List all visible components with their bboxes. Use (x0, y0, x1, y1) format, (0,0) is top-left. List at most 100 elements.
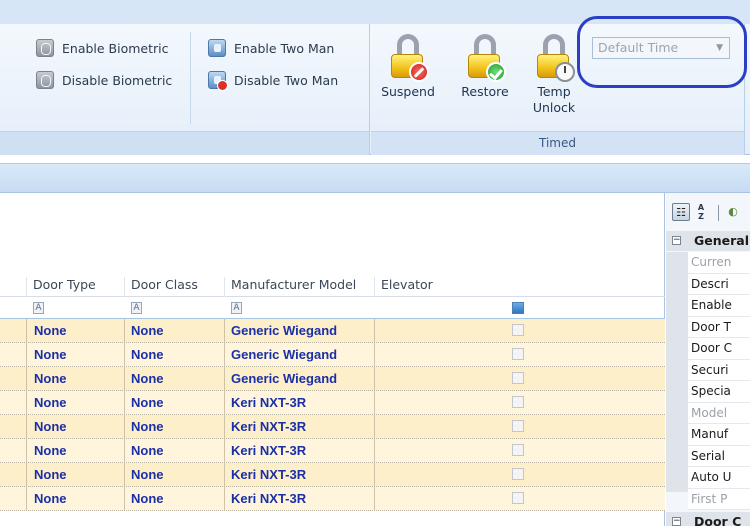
ribbon: Enable Biometric Disable Biometric Enabl… (0, 24, 750, 155)
cell-divider (124, 487, 125, 511)
cell-divider (374, 463, 375, 487)
two-man-icon (208, 39, 226, 57)
column-header-door-class[interactable]: Door Class (124, 277, 224, 297)
cell-divider (26, 415, 27, 439)
disable-two-man-label: Disable Two Man (234, 72, 339, 88)
cell-door-class: None (131, 347, 164, 362)
property-item[interactable]: Door T (688, 316, 750, 338)
property-item[interactable]: Securi (688, 359, 750, 381)
elevator-checkbox[interactable] (512, 444, 524, 456)
cell-door-type: None (34, 419, 67, 434)
filter-door-class-icon[interactable]: A (131, 302, 142, 314)
cell-door-class: None (131, 443, 164, 458)
cell-door-type: None (34, 347, 67, 362)
cell-door-type: None (34, 491, 67, 506)
filter-door-type-icon[interactable]: A (33, 302, 44, 314)
categorized-icon[interactable]: ☷ (672, 203, 690, 221)
lock-clock-icon (535, 34, 575, 82)
elevator-checkbox[interactable] (512, 324, 524, 336)
elevator-checkbox[interactable] (512, 396, 524, 408)
category-general-label: General (694, 233, 749, 248)
cell-divider (124, 391, 125, 415)
cell-divider (374, 415, 375, 439)
property-item[interactable]: Descri (688, 273, 750, 295)
temp-unlock-label: Temp Unlock (532, 84, 576, 115)
cell-door-type: None (34, 395, 67, 410)
restore-label: Restore (461, 84, 509, 99)
filter-row: A A A (0, 297, 665, 319)
cell-model: Keri NXT-3R (231, 467, 307, 482)
cell-divider (26, 439, 27, 463)
cell-divider (374, 343, 375, 367)
cell-divider (224, 463, 225, 487)
group-footer (0, 131, 369, 155)
property-panel: ☷ A Z ◐ − General Curren Descri Enable Door… (666, 193, 750, 526)
lock-suspend-icon (389, 34, 429, 82)
property-item[interactable]: Specia (688, 381, 750, 403)
category-door-label: Door C (694, 514, 742, 526)
table-row[interactable]: None None Keri NXT-3R (0, 487, 665, 511)
collapse-icon[interactable]: − (672, 517, 681, 526)
suspend-button[interactable]: Suspend (380, 34, 436, 100)
table-row[interactable]: None None Keri NXT-3R (0, 391, 665, 415)
elevator-checkbox[interactable] (512, 348, 524, 360)
table-row[interactable]: None None Keri NXT-3R (0, 415, 665, 439)
property-item[interactable]: First P (688, 488, 750, 510)
property-item[interactable]: Curren (688, 252, 750, 274)
two-man-disable-icon (208, 71, 228, 91)
table-row[interactable]: None None Keri NXT-3R (0, 463, 665, 487)
cell-divider (26, 391, 27, 415)
property-pages-icon[interactable]: ◐ (724, 203, 742, 221)
enable-biometric-button[interactable]: Enable Biometric (36, 38, 169, 58)
property-item[interactable]: Enable (688, 295, 750, 317)
property-item[interactable]: Model (688, 402, 750, 424)
temp-unlock-button[interactable]: Temp Unlock (526, 34, 582, 116)
biometric-icon (36, 39, 54, 57)
cell-divider (124, 367, 125, 391)
cell-divider (374, 319, 375, 343)
column-header-partial[interactable] (0, 277, 26, 297)
property-item[interactable]: Serial (688, 445, 750, 467)
property-item[interactable]: Door C (688, 338, 750, 360)
cell-divider (224, 391, 225, 415)
property-list: Curren Descri Enable Door T Door C Securi Spec… (666, 252, 750, 510)
cell-door-type: None (34, 371, 67, 386)
cell-model: Keri NXT-3R (231, 395, 307, 410)
cell-divider (124, 463, 125, 487)
filter-elevator-checkbox[interactable] (512, 302, 524, 314)
column-header-manufacturer-model[interactable]: Manufacturer Model (224, 277, 374, 297)
ribbon-group-timed: Suspend Restore Temp Unlock Default Time… (371, 24, 745, 155)
restore-button[interactable]: Restore (457, 34, 513, 100)
group-divider (190, 32, 191, 124)
collapse-icon[interactable]: − (672, 236, 681, 245)
table-row[interactable]: None None Keri NXT-3R (0, 439, 665, 463)
cell-model: Generic Wiegand (231, 347, 338, 362)
property-item[interactable]: Manuf (688, 424, 750, 446)
cell-divider (224, 367, 225, 391)
filter-model-icon[interactable]: A (231, 302, 242, 314)
cell-model: Keri NXT-3R (231, 419, 307, 434)
column-header-elevator[interactable]: Elevator (374, 277, 665, 297)
elevator-checkbox[interactable] (512, 372, 524, 384)
table-row[interactable]: None None Generic Wiegand (0, 343, 665, 367)
disable-biometric-button[interactable]: Disable Biometric (36, 70, 172, 90)
cell-model: Keri NXT-3R (231, 491, 307, 506)
cell-model: Generic Wiegand (231, 371, 338, 386)
table-row[interactable]: None None Generic Wiegand (0, 319, 665, 343)
enable-two-man-button[interactable]: Enable Two Man (208, 38, 334, 58)
table-row[interactable]: None None Generic Wiegand (0, 367, 665, 391)
elevator-checkbox[interactable] (512, 468, 524, 480)
sort-alpha-icon[interactable]: A Z (694, 203, 708, 221)
category-general[interactable]: − General (666, 231, 750, 251)
column-header-door-type[interactable]: Door Type (26, 277, 124, 297)
lock-restore-icon (466, 34, 506, 82)
elevator-checkbox[interactable] (512, 420, 524, 432)
time-select[interactable]: Default Time ▼ (592, 37, 730, 59)
cell-divider (224, 319, 225, 343)
property-item[interactable]: Auto U (688, 467, 750, 489)
disable-two-man-button[interactable]: Disable Two Man (208, 70, 339, 91)
category-door[interactable]: − Door C (666, 512, 750, 526)
doors-grid: Door Type Door Class Manufacturer Model … (0, 193, 665, 526)
cell-door-type: None (34, 443, 67, 458)
elevator-checkbox[interactable] (512, 492, 524, 504)
